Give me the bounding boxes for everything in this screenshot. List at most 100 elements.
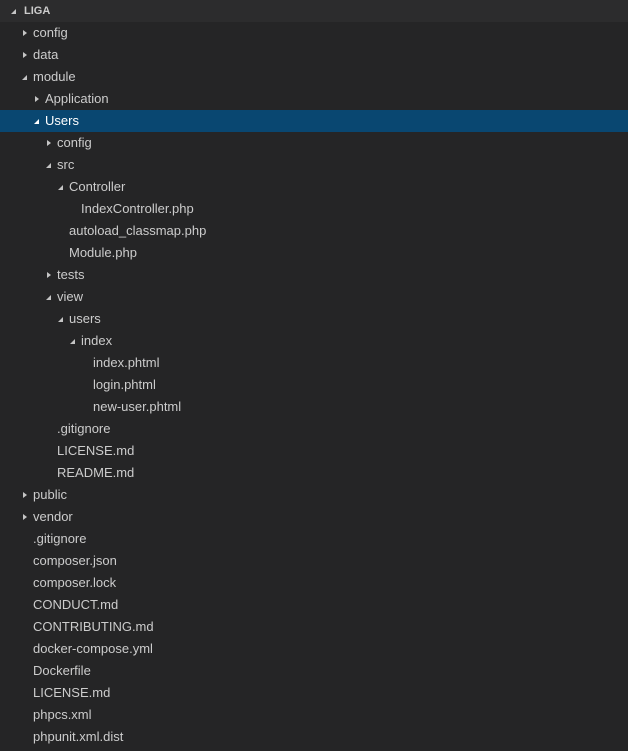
tree-item-folder[interactable]: view xyxy=(0,286,628,308)
tree-item-label: Controller xyxy=(69,179,126,194)
tree-item-file[interactable]: LICENSE.md xyxy=(0,440,628,462)
chevron-down-icon xyxy=(8,0,20,22)
tree-item-file[interactable]: CONDUCT.md xyxy=(0,594,628,616)
tree-item-label: LICENSE.md xyxy=(57,443,135,458)
tree-item-folder[interactable]: index xyxy=(0,330,628,352)
tree-item-label: IndexController.php xyxy=(81,201,194,216)
tree-item-label: module xyxy=(33,69,76,84)
tree-item-folder[interactable]: module xyxy=(0,66,628,88)
tree-item-folder-selected[interactable]: Users xyxy=(0,110,628,132)
chevron-down-icon xyxy=(19,66,31,88)
chevron-down-icon xyxy=(43,154,55,176)
chevron-right-icon xyxy=(43,264,55,286)
chevron-down-icon xyxy=(43,286,55,308)
chevron-down-icon xyxy=(67,330,79,352)
tree-item-label: README.md xyxy=(57,465,135,480)
tree-item-label: Application xyxy=(45,91,109,106)
tree-item-folder[interactable]: vendor xyxy=(0,506,628,528)
chevron-right-icon xyxy=(43,132,55,154)
tree-item-label: users xyxy=(69,311,101,326)
chevron-right-icon xyxy=(19,506,31,528)
tree-item-label: Dockerfile xyxy=(33,663,91,678)
tree-item-label: src xyxy=(57,157,75,172)
tree-item-folder[interactable]: config xyxy=(0,132,628,154)
tree-item-file[interactable]: composer.lock xyxy=(0,572,628,594)
tree-item-label: index xyxy=(81,333,113,348)
tree-item-label: LICENSE.md xyxy=(33,685,111,700)
tree-item-label: Users xyxy=(45,113,79,128)
tree-item-folder[interactable]: src xyxy=(0,154,628,176)
tree-item-label: CONDUCT.md xyxy=(33,597,119,612)
tree-item-file[interactable]: .gitignore xyxy=(0,418,628,440)
chevron-down-icon xyxy=(55,176,67,198)
tree-item-folder[interactable]: config xyxy=(0,22,628,44)
file-explorer: LIGA config data module Application User… xyxy=(0,0,628,751)
tree-item-label: vendor xyxy=(33,509,73,524)
tree-item-folder[interactable]: Application xyxy=(0,88,628,110)
tree-item-label: tests xyxy=(57,267,85,282)
explorer-section-header[interactable]: LIGA xyxy=(0,0,628,22)
tree-item-label: view xyxy=(57,289,84,304)
tree-item-label: config xyxy=(57,135,92,150)
tree-item-folder[interactable]: Controller xyxy=(0,176,628,198)
tree-item-label: composer.json xyxy=(33,553,117,568)
chevron-right-icon xyxy=(19,44,31,66)
tree-item-file[interactable]: login.phtml xyxy=(0,374,628,396)
tree-item-folder[interactable]: users xyxy=(0,308,628,330)
tree-item-label: .gitignore xyxy=(33,531,87,546)
tree-item-label: phpcs.xml xyxy=(33,707,92,722)
tree-item-file[interactable]: autoload_classmap.php xyxy=(0,220,628,242)
chevron-right-icon xyxy=(19,22,31,44)
tree-item-file[interactable]: composer.json xyxy=(0,550,628,572)
tree-item-file[interactable]: CONTRIBUTING.md xyxy=(0,616,628,638)
section-title: LIGA xyxy=(24,5,51,17)
tree-item-label: docker-compose.yml xyxy=(33,641,153,656)
tree-item-folder[interactable]: tests xyxy=(0,264,628,286)
tree-item-folder[interactable]: public xyxy=(0,484,628,506)
tree-item-file[interactable]: README.md xyxy=(0,462,628,484)
tree-item-label: Module.php xyxy=(69,245,137,260)
tree-item-label: CONTRIBUTING.md xyxy=(33,619,154,634)
chevron-right-icon xyxy=(19,484,31,506)
tree-item-label: public xyxy=(33,487,67,502)
tree-item-file[interactable]: new-user.phtml xyxy=(0,396,628,418)
tree-item-label: data xyxy=(33,47,59,62)
tree-item-file[interactable]: .gitignore xyxy=(0,528,628,550)
tree-item-label: index.phtml xyxy=(93,355,160,370)
tree-item-file[interactable]: LICENSE.md xyxy=(0,682,628,704)
tree-item-file[interactable]: IndexController.php xyxy=(0,198,628,220)
tree-item-file[interactable]: index.phtml xyxy=(0,352,628,374)
tree-item-file[interactable]: phpcs.xml xyxy=(0,704,628,726)
chevron-right-icon xyxy=(31,88,43,110)
tree-item-label: autoload_classmap.php xyxy=(69,223,207,238)
tree-item-file[interactable]: Dockerfile xyxy=(0,660,628,682)
tree-item-file[interactable]: phpunit.xml.dist xyxy=(0,726,628,748)
tree-item-label: config xyxy=(33,25,68,40)
file-tree: config data module Application Users con… xyxy=(0,22,628,748)
tree-item-file[interactable]: docker-compose.yml xyxy=(0,638,628,660)
chevron-down-icon xyxy=(55,308,67,330)
tree-item-label: .gitignore xyxy=(57,421,111,436)
tree-item-file[interactable]: Module.php xyxy=(0,242,628,264)
tree-item-label: phpunit.xml.dist xyxy=(33,729,124,744)
tree-item-folder[interactable]: data xyxy=(0,44,628,66)
